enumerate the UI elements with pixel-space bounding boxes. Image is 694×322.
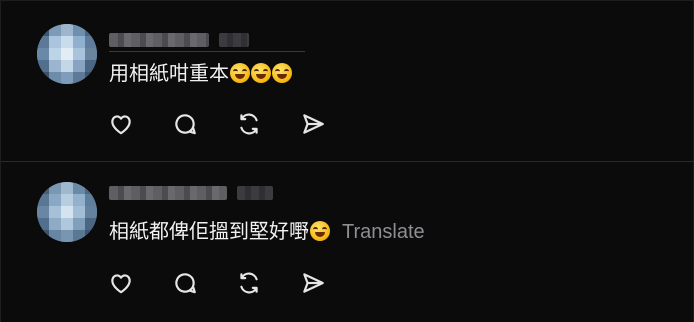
laughing-face-icon <box>230 63 250 83</box>
share-icon <box>303 114 324 134</box>
heart-icon <box>111 115 131 135</box>
heart-icon <box>111 274 131 294</box>
comment-item: 用相紙咁重本 <box>1 1 694 161</box>
like-button[interactable] <box>107 110 135 138</box>
reply-button[interactable] <box>171 110 199 138</box>
avatar[interactable] <box>37 24 97 84</box>
share-button[interactable] <box>299 110 327 138</box>
action-bar <box>107 110 327 138</box>
comment-text: 相紙都俾佢搵到堅好嘢 Translate <box>109 218 425 245</box>
timestamp <box>237 186 273 200</box>
action-bar <box>107 269 327 297</box>
comment-icon <box>175 273 196 294</box>
repost-button[interactable] <box>235 110 263 138</box>
comments-panel: 用相紙咁重本 相紙都俾佢搵到堅好嘢 Translate <box>0 0 694 322</box>
share-icon <box>303 273 324 293</box>
username[interactable] <box>109 186 227 200</box>
timestamp <box>219 33 249 47</box>
comment-item: 相紙都俾佢搵到堅好嘢 Translate <box>1 162 694 322</box>
laughing-face-icon <box>251 63 271 83</box>
avatar[interactable] <box>37 182 97 242</box>
like-button[interactable] <box>107 269 135 297</box>
repost-button[interactable] <box>235 269 263 297</box>
username-underline <box>109 51 305 52</box>
username[interactable] <box>109 33 209 47</box>
comment-body: 用相紙咁重本 <box>109 61 229 85</box>
comment-text: 用相紙咁重本 <box>109 60 292 86</box>
share-button[interactable] <box>299 269 327 297</box>
repost-icon <box>240 113 258 135</box>
comment-icon <box>175 114 196 135</box>
exploding-head-icon <box>310 221 330 241</box>
laughing-face-icon <box>272 63 292 83</box>
translate-link[interactable]: Translate <box>342 221 425 243</box>
repost-icon <box>240 272 258 294</box>
reply-button[interactable] <box>171 269 199 297</box>
comment-body: 相紙都俾佢搵到堅好嘢 <box>109 219 309 243</box>
